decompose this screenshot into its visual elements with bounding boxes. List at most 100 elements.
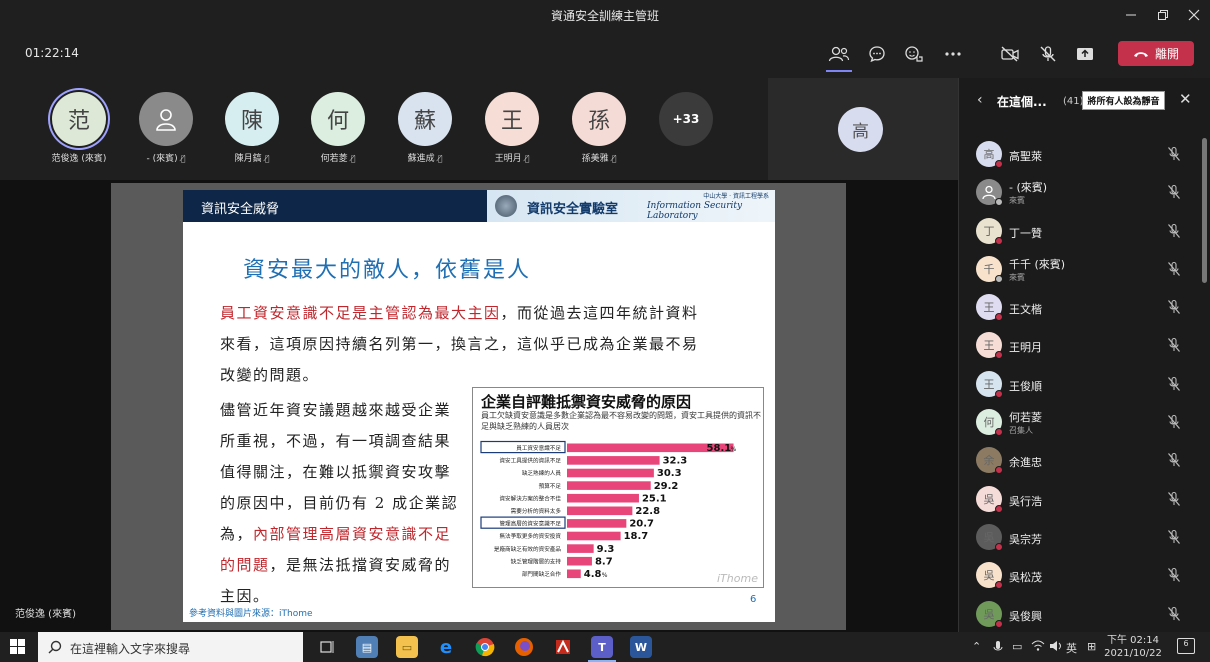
presence-status-icon (995, 274, 1003, 283)
lab-logo-icon (495, 195, 517, 217)
notification-center-icon[interactable]: 6 (1177, 638, 1195, 654)
avatar-initial: 孫 (587, 109, 610, 134)
more-options-button[interactable] (940, 42, 966, 66)
mic-off-icon[interactable] (1167, 261, 1181, 281)
participant-row[interactable]: 王王明月 (959, 327, 1199, 365)
participant-list: 高高聖萊 - (來賓) 來賓丁丁一贊千千千 (來賓) 來賓王王文楷王王明月王王俊順何何… (959, 136, 1199, 634)
mic-off-icon[interactable] (1167, 567, 1181, 587)
camera-toggle-button[interactable] (997, 42, 1023, 66)
participant-name: 王文楷 (1009, 303, 1042, 317)
mic-off-icon[interactable] (1167, 184, 1181, 204)
participant-row[interactable]: 余余進忠 (959, 442, 1199, 480)
mic-off-icon[interactable] (1167, 146, 1181, 166)
participant-row[interactable]: 千千千 (來賓) 來賓 (959, 251, 1199, 289)
mic-off-icon[interactable] (1167, 223, 1181, 243)
gallery-tile[interactable]: 王 王明月 🎙̸ (474, 92, 550, 164)
gallery-tile[interactable]: 蘇 蘇進成 🎙̸ (387, 92, 463, 164)
avatar-initial: 吳 (983, 492, 995, 506)
participants-button[interactable] (826, 42, 852, 66)
overflow-tile[interactable]: +33 (648, 92, 724, 146)
mic-off-icon[interactable] (1167, 299, 1181, 319)
volume-icon[interactable] (1049, 640, 1063, 655)
unit-label: % (731, 446, 737, 453)
presence-status-icon (995, 466, 1003, 475)
mic-toggle-button[interactable] (1035, 42, 1061, 66)
close-window-button[interactable] (1177, 0, 1210, 30)
gallery-tile[interactable]: 孫 孫美雅 🎙̸ (561, 92, 637, 164)
mic-off-icon: 🎙̸ (611, 154, 617, 163)
word-icon[interactable]: W (630, 636, 652, 658)
app-icon[interactable] (552, 636, 574, 658)
highlight-text: 內部管理高層資安意識不足 (253, 525, 452, 543)
minimize-button[interactable] (1114, 0, 1148, 30)
category-label: 缺乏熟練的人員 (522, 469, 562, 477)
start-button[interactable] (10, 639, 26, 659)
call-timer: 01:22:14 (25, 46, 79, 60)
ime-indicator[interactable]: 英 (1066, 640, 1077, 656)
mic-off-icon: 🎙̸ (350, 154, 356, 163)
overflow-count[interactable]: +33 (659, 92, 713, 146)
mic-off-icon[interactable] (1167, 337, 1181, 357)
file-explorer-icon[interactable]: ▭ (396, 636, 418, 658)
avatar-initial: 王 (983, 339, 995, 353)
mic-off-icon[interactable] (1167, 491, 1181, 511)
participant-row[interactable]: 吳吳松茂 (959, 557, 1199, 595)
gallery-tile[interactable]: 陳 陳月鎬 🎙̸ (214, 92, 290, 164)
mic-off-icon[interactable] (1167, 452, 1181, 472)
network-icon[interactable]: ▭ (1012, 640, 1022, 653)
mic-off-icon[interactable] (1167, 376, 1181, 396)
chat-button[interactable] (864, 42, 890, 66)
task-view-icon[interactable] (317, 636, 339, 658)
gallery-tile[interactable]: - (來賓) 🎙̸ (128, 92, 204, 164)
participant-row[interactable]: 丁丁一贊 (959, 213, 1199, 251)
more-icon (945, 52, 961, 56)
leave-button[interactable]: 離開 (1118, 41, 1194, 66)
gallery-tile[interactable]: 何 何若菱 🎙̸ (300, 92, 376, 164)
participant-name: 王俊順 (1009, 379, 1042, 393)
participant-row[interactable]: 吳吳宗芳 (959, 519, 1199, 557)
avatar: 陳 (225, 92, 279, 146)
taskbar-search[interactable]: 在這裡輸入文字來搜尋 (38, 632, 303, 662)
edge-browser-icon[interactable]: e (435, 636, 457, 658)
tray-chevron-icon[interactable]: ⌃ (972, 640, 981, 653)
paragraph-text: 儘管近年資安議題越來越受企業 (220, 401, 452, 419)
teams-icon[interactable]: T (591, 636, 613, 658)
scrollbar[interactable] (1202, 138, 1207, 283)
mute-all-button[interactable]: 將所有人設為靜音 (1082, 91, 1165, 110)
slide-section-title: 資訊安全威脅 (201, 202, 280, 217)
value-label: 18.7 (624, 531, 649, 542)
avatar-initial: 何 (326, 109, 349, 134)
mic-off-icon[interactable] (1167, 606, 1181, 626)
participant-row[interactable]: 王王俊順 (959, 366, 1199, 404)
participant-row[interactable]: 吳吳行浩 (959, 481, 1199, 519)
participant-row[interactable]: 何何若菱 召集人 (959, 404, 1199, 442)
firefox-icon[interactable] (513, 636, 535, 658)
notepad-icon[interactable]: ▤ (356, 636, 378, 658)
tray-app-icon[interactable] (993, 640, 1003, 657)
wifi-icon[interactable] (1031, 640, 1045, 655)
gallery-tile[interactable]: 范 范俊逸 (來賓) (41, 92, 117, 164)
mic-off-icon[interactable] (1167, 414, 1181, 434)
chrome-icon[interactable] (474, 636, 496, 658)
windows-icon (10, 639, 25, 654)
system-clock[interactable]: 下午 02:14 2021/10/22 (1098, 634, 1168, 660)
avatar: 吳 (976, 562, 1003, 590)
category-label: 是廠商缺乏有效的資安產品 (494, 545, 562, 553)
mic-off-icon: 🎙̸ (524, 154, 530, 163)
participant-row[interactable]: 王王文楷 (959, 289, 1199, 327)
participant-row[interactable]: 吳吳俊興 (959, 596, 1199, 634)
participant-row[interactable]: - (來賓) 來賓 (959, 174, 1199, 212)
avatar: 丁 (976, 217, 1003, 245)
mic-off-icon[interactable] (1167, 529, 1181, 549)
reactions-button[interactable] (901, 42, 927, 66)
back-chevron-icon[interactable]: ‹ (977, 92, 983, 108)
participant-name: 孫美雅 (581, 154, 609, 164)
maximize-button[interactable] (1146, 0, 1180, 30)
close-panel-icon[interactable]: ✕ (1179, 90, 1192, 108)
participant-row[interactable]: 高 高聖萊 (959, 136, 1199, 174)
share-screen-button[interactable] (1072, 42, 1098, 66)
avatar: 范 (52, 92, 106, 146)
avatar: 高 (838, 107, 883, 152)
presence-status-icon (995, 313, 1003, 322)
ime-mode-icon[interactable]: ⊞ (1087, 640, 1096, 653)
